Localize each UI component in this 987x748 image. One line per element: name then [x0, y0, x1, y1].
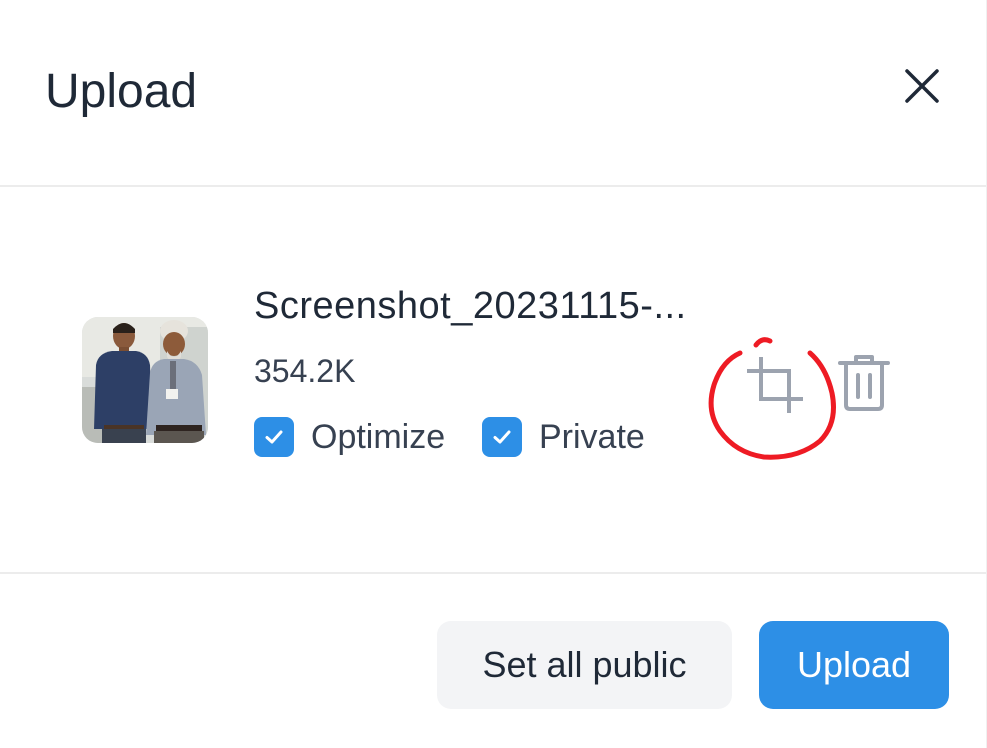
optimize-checkbox[interactable]: [254, 417, 294, 457]
file-thumbnail: [82, 317, 208, 443]
file-name: Screenshot_20231115-...: [254, 285, 687, 327]
private-checkbox[interactable]: [482, 417, 522, 457]
upload-dialog: Upload Screenshot_20231115-... 354.2K Op…: [0, 0, 987, 748]
checkmark-icon: [493, 430, 511, 444]
file-size: 354.2K: [254, 353, 356, 389]
dialog-header: Upload: [0, 0, 986, 186]
dialog-title: Upload: [45, 65, 198, 118]
private-option[interactable]: Private: [482, 417, 645, 457]
optimize-label: Optimize: [311, 418, 446, 456]
upload-button[interactable]: Upload: [759, 621, 949, 709]
checkmark-icon: [265, 430, 283, 444]
close-button[interactable]: [898, 62, 946, 110]
crop-button[interactable]: [745, 355, 805, 415]
set-all-public-button[interactable]: Set all public: [437, 621, 732, 709]
file-item: Screenshot_20231115-... 354.2K Optimize …: [0, 187, 986, 572]
close-icon: [905, 69, 939, 103]
dialog-footer: Set all public Upload: [0, 574, 986, 748]
trash-icon: [838, 355, 890, 411]
private-label: Private: [539, 418, 645, 456]
optimize-option[interactable]: Optimize: [254, 417, 445, 457]
delete-button[interactable]: [836, 353, 892, 413]
crop-icon: [747, 357, 803, 413]
